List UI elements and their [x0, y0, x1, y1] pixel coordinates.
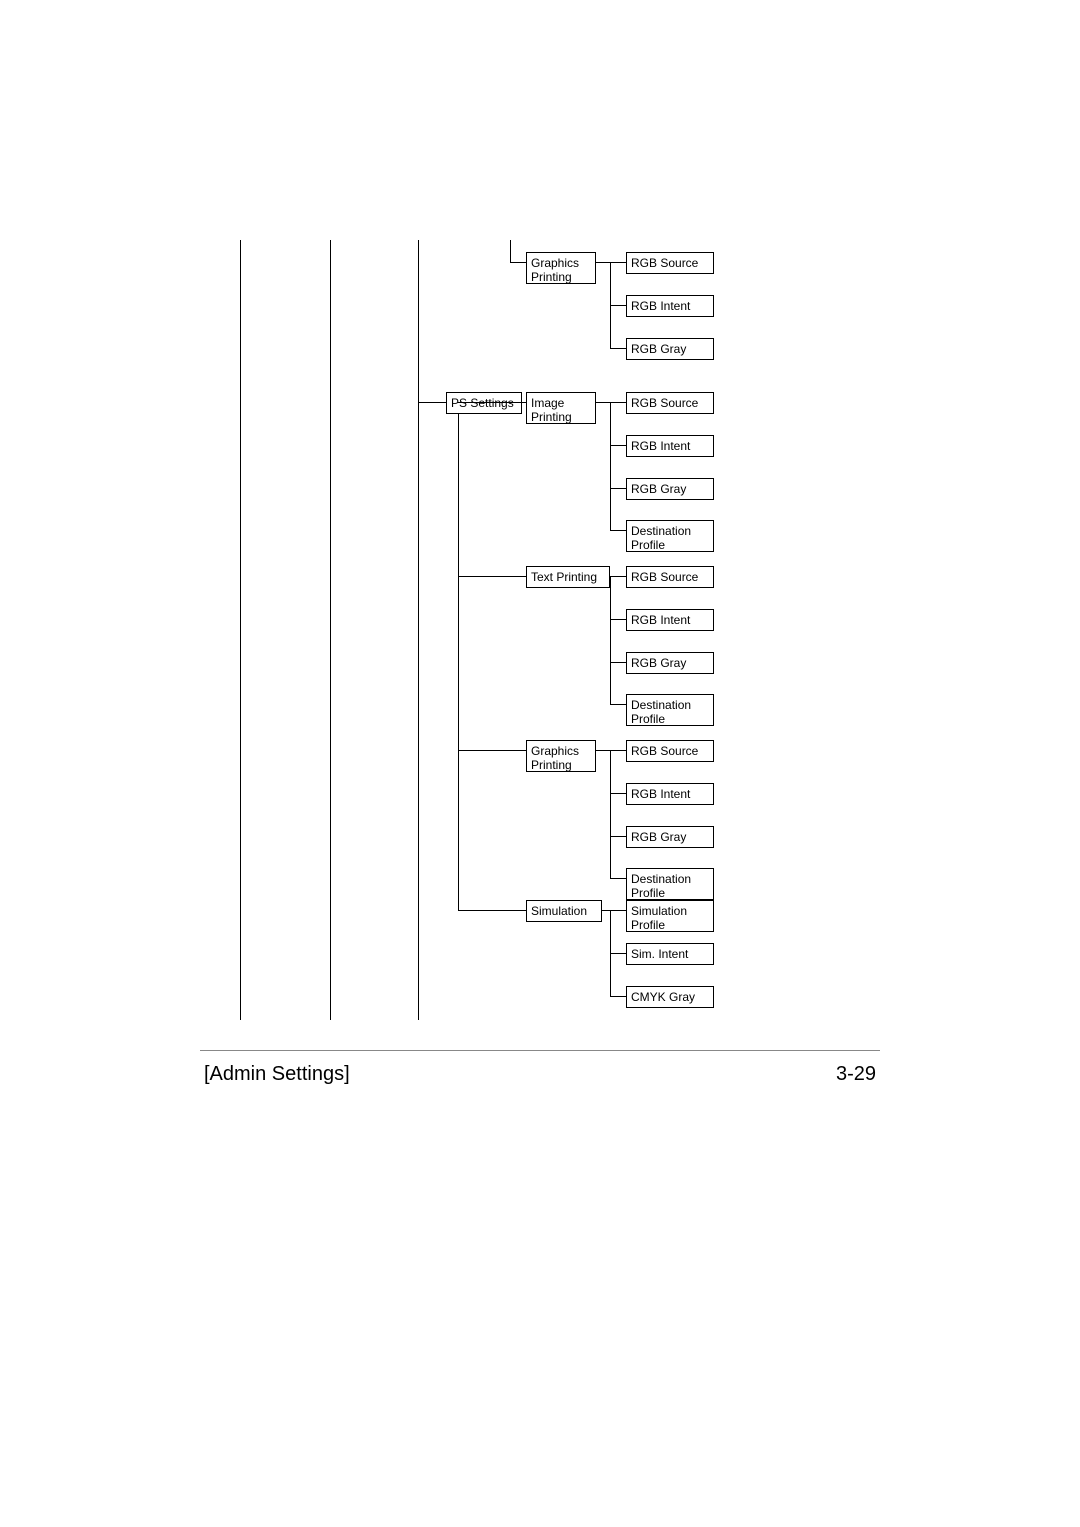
node-graphics-printing-top: GraphicsPrinting — [526, 252, 596, 284]
footer-left: [Admin Settings] — [204, 1063, 350, 1086]
leaf-rgb-intent: RGB Intent — [626, 295, 714, 317]
node-text-printing: Text Printing — [526, 566, 610, 588]
footer-right: 3-29 — [836, 1063, 876, 1086]
leaf-rgb-source: RGB Source — [626, 566, 714, 588]
leaf-rgb-intent: RGB Intent — [626, 435, 714, 457]
tree-diagram: PS Settings GraphicsPrinting RGB Source … — [200, 240, 880, 1030]
leaf-rgb-gray: RGB Gray — [626, 338, 714, 360]
page-footer: [Admin Settings] 3-29 — [200, 1050, 880, 1086]
leaf-rgb-source: RGB Source — [626, 740, 714, 762]
leaf-rgb-gray: RGB Gray — [626, 652, 714, 674]
leaf-rgb-source: RGB Source — [626, 392, 714, 414]
leaf-destination-profile: DestinationProfile — [626, 868, 714, 900]
leaf-cmyk-gray: CMYK Gray — [626, 986, 714, 1008]
leaf-destination-profile: DestinationProfile — [626, 694, 714, 726]
node-image-printing: ImagePrinting — [526, 392, 596, 424]
leaf-rgb-gray: RGB Gray — [626, 478, 714, 500]
node-graphics-printing: GraphicsPrinting — [526, 740, 596, 772]
leaf-simulation-profile: SimulationProfile — [626, 900, 714, 932]
node-ps-settings: PS Settings — [446, 392, 522, 414]
leaf-sim-intent: Sim. Intent — [626, 943, 714, 965]
leaf-rgb-intent: RGB Intent — [626, 609, 714, 631]
leaf-rgb-source: RGB Source — [626, 252, 714, 274]
leaf-rgb-intent: RGB Intent — [626, 783, 714, 805]
leaf-rgb-gray: RGB Gray — [626, 826, 714, 848]
node-simulation: Simulation — [526, 900, 602, 922]
leaf-destination-profile: DestinationProfile — [626, 520, 714, 552]
